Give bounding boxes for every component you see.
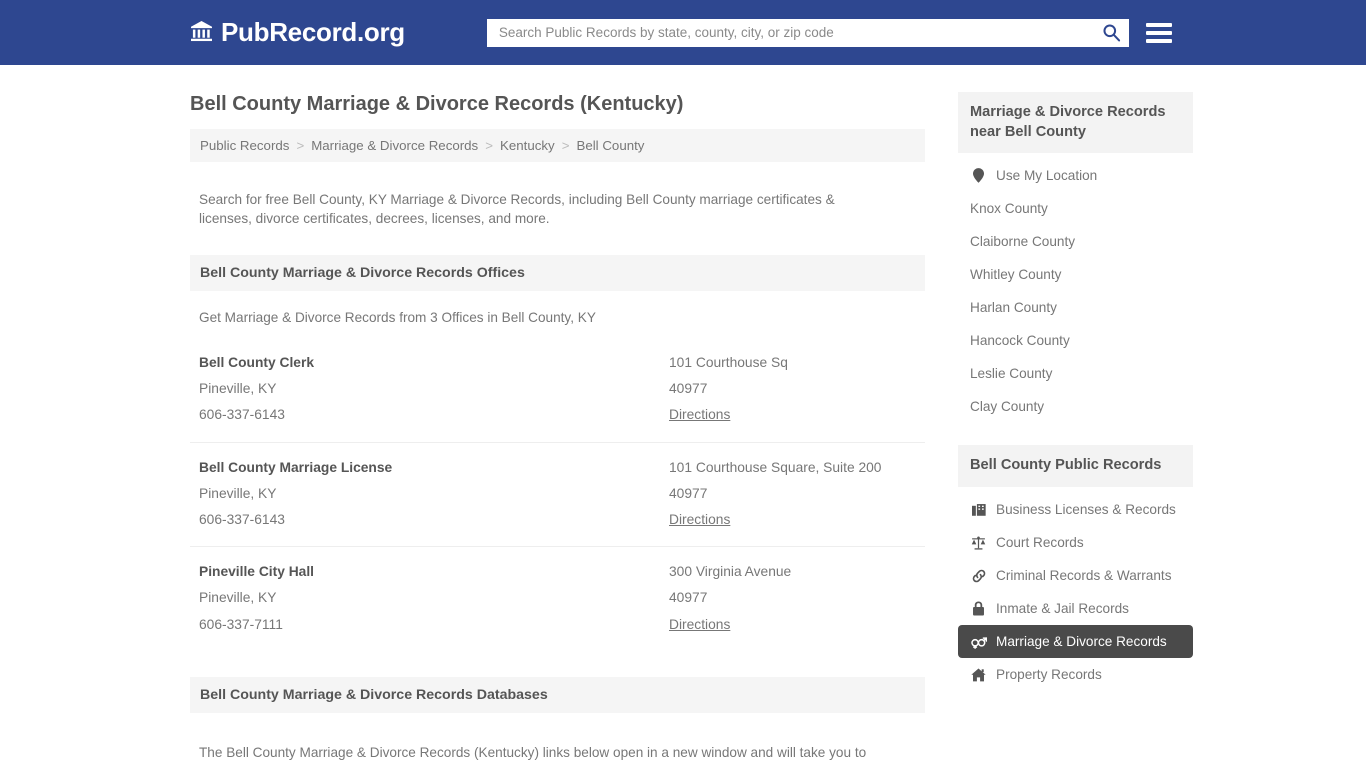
sidebar-nearby-heading: Marriage & Divorce Records near Bell Cou… bbox=[958, 92, 1193, 154]
office-zip: 40977 bbox=[669, 485, 708, 501]
sidebar: Marriage & Divorce Records near Bell Cou… bbox=[958, 65, 1193, 691]
sidebar-item-label: Property Records bbox=[996, 667, 1102, 683]
office-name: Bell County Clerk bbox=[199, 355, 314, 370]
office-name: Pineville City Hall bbox=[199, 564, 315, 580]
office-zip: 40977 bbox=[669, 590, 708, 606]
sidebar-item-claiborne-county[interactable]: Claiborne County bbox=[958, 225, 1193, 258]
office-address: 300 Virginia Avenue bbox=[669, 564, 792, 580]
search-icon bbox=[1102, 23, 1121, 42]
sidebar-item-label: Leslie County bbox=[970, 366, 1053, 382]
venus-mars-icon bbox=[970, 635, 987, 649]
office-city-state: Pineville, KY bbox=[199, 381, 277, 397]
sidebar-item-label: Criminal Records & Warrants bbox=[996, 568, 1172, 584]
briefcase-icon bbox=[970, 503, 987, 517]
page-title: Bell County Marriage & Divorce Records (… bbox=[190, 93, 684, 115]
link-icon bbox=[970, 569, 987, 583]
breadcrumb-item-bell-county[interactable]: Bell County bbox=[576, 138, 644, 153]
sidebar-item-hancock-county[interactable]: Hancock County bbox=[958, 324, 1193, 357]
sidebar-item-label: Clay County bbox=[970, 399, 1045, 415]
sidebar-public-records-list: Business Licenses & Records Court Record… bbox=[958, 487, 1193, 691]
breadcrumb-separator: > bbox=[485, 138, 493, 153]
search-button[interactable] bbox=[1101, 22, 1123, 44]
main-column: Bell County Marriage & Divorce Records (… bbox=[190, 65, 925, 768]
breadcrumb-item-marriage-divorce[interactable]: Marriage & Divorce Records bbox=[311, 138, 478, 153]
sidebar-item-label: Whitley County bbox=[970, 267, 1062, 283]
sidebar-item-property-records[interactable]: Property Records bbox=[958, 658, 1193, 691]
sidebar-item-label: Knox County bbox=[970, 201, 1048, 217]
hamburger-menu-icon[interactable] bbox=[1145, 22, 1172, 43]
office-city-state: Pineville, KY bbox=[199, 590, 277, 606]
sidebar-public-records-heading: Bell County Public Records bbox=[958, 445, 1193, 488]
home-icon bbox=[970, 668, 987, 682]
sidebar-item-knox-county[interactable]: Knox County bbox=[958, 192, 1193, 225]
sidebar-item-label: Court Records bbox=[996, 535, 1084, 551]
office-address-block: 300 Virginia Avenue 40977 Directions bbox=[669, 559, 916, 638]
site-logo[interactable]: PubRecord.org bbox=[190, 17, 405, 48]
header-right-group bbox=[486, 18, 1172, 47]
directions-link[interactable]: Directions bbox=[669, 402, 730, 428]
offices-section-heading: Bell County Marriage & Divorce Records O… bbox=[190, 255, 925, 291]
sidebar-item-use-my-location[interactable]: Use My Location bbox=[958, 159, 1193, 192]
sidebar-item-label: Hancock County bbox=[970, 333, 1070, 349]
sidebar-item-court-records[interactable]: Court Records bbox=[958, 526, 1193, 559]
sidebar-item-marriage-divorce-records[interactable]: Marriage & Divorce Records bbox=[958, 625, 1193, 659]
databases-section-heading: Bell County Marriage & Divorce Records D… bbox=[190, 676, 925, 713]
office-address: 101 Courthouse Sq bbox=[669, 355, 788, 370]
databases-section-intro: The Bell County Marriage & Divorce Recor… bbox=[199, 745, 875, 768]
office-phone: 606-337-6143 bbox=[199, 407, 285, 423]
sidebar-item-clay-county[interactable]: Clay County bbox=[958, 390, 1193, 423]
search-bar[interactable] bbox=[486, 18, 1129, 47]
offices-list: Bell County Clerk Pineville, KY 606-337-… bbox=[190, 338, 925, 651]
office-details: Bell County Marriage License Pineville, … bbox=[199, 455, 669, 534]
sidebar-item-label: Marriage & Divorce Records bbox=[996, 634, 1167, 650]
sidebar-item-leslie-county[interactable]: Leslie County bbox=[958, 357, 1193, 390]
lock-icon bbox=[970, 601, 987, 616]
offices-section-subheading: Get Marriage & Divorce Records from 3 Of… bbox=[199, 310, 596, 325]
sidebar-item-label: Inmate & Jail Records bbox=[996, 601, 1129, 617]
table-row: Bell County Marriage License Pineville, … bbox=[190, 443, 925, 548]
breadcrumb-separator: > bbox=[296, 138, 305, 153]
sidebar-item-inmate-jail-records[interactable]: Inmate & Jail Records bbox=[958, 592, 1193, 625]
table-row: Pineville City Hall Pineville, KY 606-33… bbox=[190, 547, 925, 651]
page-intro-text: Search for free Bell County, KY Marriage… bbox=[199, 191, 835, 227]
table-row: Bell County Clerk Pineville, KY 606-337-… bbox=[190, 338, 925, 443]
sidebar-item-label: Harlan County bbox=[970, 300, 1057, 316]
directions-link[interactable]: Directions bbox=[669, 507, 730, 533]
sidebar-item-label: Use My Location bbox=[996, 168, 1098, 184]
map-pin-icon bbox=[970, 168, 987, 184]
office-details: Bell County Clerk Pineville, KY 606-337-… bbox=[199, 350, 669, 429]
office-address: 101 Courthouse Square, Suite 200 bbox=[669, 459, 882, 475]
sidebar-nearby-list: Use My Location Knox County Claiborne Co… bbox=[958, 153, 1193, 423]
page-body: Bell County Marriage & Divorce Records (… bbox=[0, 65, 1366, 768]
brand-name: PubRecord.org bbox=[221, 17, 405, 47]
sidebar-item-harlan-county[interactable]: Harlan County bbox=[958, 291, 1193, 324]
breadcrumb-item-kentucky[interactable]: Kentucky bbox=[500, 138, 555, 153]
office-phone: 606-337-6143 bbox=[199, 512, 285, 528]
office-address-block: 101 Courthouse Sq 40977 Directions bbox=[669, 350, 916, 429]
office-name: Bell County Marriage License bbox=[199, 459, 393, 475]
bank-icon bbox=[190, 21, 213, 46]
office-address-block: 101 Courthouse Square, Suite 200 40977 D… bbox=[669, 455, 916, 534]
site-header: PubRecord.org bbox=[0, 0, 1366, 65]
office-zip: 40977 bbox=[669, 381, 708, 397]
search-input[interactable] bbox=[496, 18, 1101, 47]
office-city-state: Pineville, KY bbox=[199, 485, 277, 501]
directions-link[interactable]: Directions bbox=[669, 612, 730, 638]
sidebar-item-whitley-county[interactable]: Whitley County bbox=[958, 258, 1193, 291]
breadcrumb-item-public-records[interactable]: Public Records bbox=[200, 138, 289, 153]
scales-icon bbox=[970, 536, 987, 550]
breadcrumb-separator: > bbox=[561, 138, 570, 153]
sidebar-item-label: Business Licenses & Records bbox=[996, 502, 1176, 518]
sidebar-item-criminal-records[interactable]: Criminal Records & Warrants bbox=[958, 559, 1193, 592]
sidebar-item-label: Claiborne County bbox=[970, 234, 1076, 250]
sidebar-item-business-licenses[interactable]: Business Licenses & Records bbox=[958, 493, 1193, 526]
breadcrumb: Public Records > Marriage & Divorce Reco… bbox=[190, 129, 925, 162]
office-details: Pineville City Hall Pineville, KY 606-33… bbox=[199, 559, 669, 638]
office-phone: 606-337-7111 bbox=[199, 616, 283, 632]
